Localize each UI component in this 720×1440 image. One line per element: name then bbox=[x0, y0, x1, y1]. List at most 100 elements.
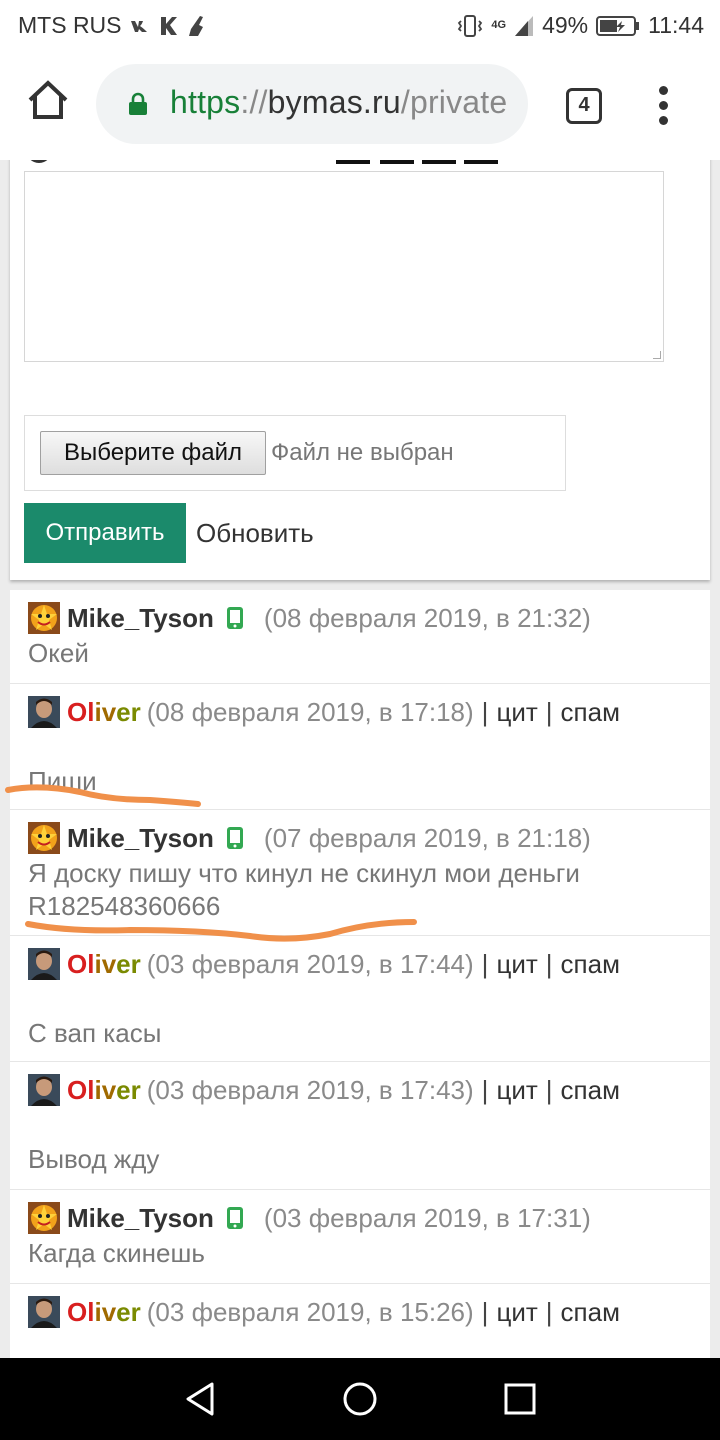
author-name[interactable]: Mike_Tyson bbox=[67, 1203, 214, 1234]
author-name-letter: e bbox=[116, 948, 131, 979]
message-text: С вап касы bbox=[28, 1018, 162, 1048]
list-item: Oliver (08 февраля 2019, в 17:18) | цит … bbox=[10, 684, 710, 810]
author-name[interactable]: Oliver bbox=[67, 1297, 141, 1328]
message-date: (03 февраля 2019, в 15:26) bbox=[146, 1296, 474, 1327]
message-header: Mike_Tyson (08 февраля 2019, в 21:32) bbox=[28, 602, 591, 634]
author-name-letter: v bbox=[101, 696, 117, 727]
quote-link[interactable]: цит bbox=[496, 949, 537, 980]
file-status-label: Файл не выбран bbox=[271, 439, 454, 466]
url-scheme: https bbox=[170, 84, 241, 120]
browser-menu-button[interactable] bbox=[656, 86, 672, 126]
author-name[interactable]: Oliver bbox=[67, 949, 141, 980]
author-name-letter: v bbox=[101, 1074, 117, 1105]
author-name-letter: i bbox=[94, 1296, 102, 1327]
browser-toolbar: https://bymas.ru/private 4 bbox=[0, 50, 720, 160]
separator: | bbox=[481, 1074, 489, 1105]
send-button[interactable]: Отправить bbox=[24, 503, 186, 563]
separator: | bbox=[545, 696, 553, 727]
resize-grip-icon[interactable] bbox=[653, 351, 661, 359]
author-name-letter: i bbox=[94, 696, 102, 727]
separator: | bbox=[545, 948, 553, 979]
color-blue-swatch[interactable] bbox=[464, 160, 498, 164]
spam-link[interactable]: спам bbox=[561, 1297, 620, 1328]
mobile-device-icon bbox=[226, 827, 243, 849]
message-header: Oliver (08 февраля 2019, в 17:18) | цит … bbox=[28, 696, 620, 728]
color-green-swatch[interactable] bbox=[422, 160, 456, 164]
status-right: 4G 49% 11:44 bbox=[457, 12, 704, 39]
refresh-link[interactable]: Обновить bbox=[196, 518, 314, 549]
back-icon[interactable] bbox=[184, 1382, 216, 1416]
list-item: Oliver (03 февраля 2019, в 17:44) | цит … bbox=[10, 936, 710, 1062]
separator: | bbox=[481, 1296, 489, 1327]
author-name-letter: v bbox=[101, 1296, 117, 1327]
home-nav-icon[interactable] bbox=[342, 1381, 378, 1417]
emoji-button-remnant[interactable] bbox=[24, 160, 54, 164]
message-header: Oliver (03 февраля 2019, в 15:26) | цит … bbox=[28, 1296, 620, 1328]
author-name[interactable]: Oliver bbox=[67, 697, 141, 728]
carrier-label: MTS RUS bbox=[18, 12, 122, 38]
vk-icon bbox=[130, 20, 147, 32]
clock: 11:44 bbox=[648, 12, 704, 38]
separator: | bbox=[545, 1296, 553, 1327]
message-text: Я доску пишу что кинул не скинул мои ден… bbox=[28, 858, 580, 888]
spam-link[interactable]: спам bbox=[561, 1075, 620, 1106]
kaspersky-icon bbox=[160, 16, 177, 35]
message-date: (03 февраля 2019, в 17:44) bbox=[146, 948, 474, 979]
menu-dot-icon bbox=[659, 86, 668, 95]
author-name[interactable]: Oliver bbox=[67, 1075, 141, 1106]
avatar-mike-tyson bbox=[28, 822, 60, 854]
author-name-letter: i bbox=[94, 1074, 102, 1105]
list-item: Mike_Tyson (03 февраля 2019, в 17:31) Ка… bbox=[10, 1190, 710, 1284]
battery-percent: 49% bbox=[542, 12, 589, 38]
author-name-letter: e bbox=[116, 1074, 131, 1105]
url-host: bymas.ru bbox=[267, 84, 401, 120]
choose-file-button[interactable]: Выберите файл bbox=[40, 431, 266, 475]
separator: | bbox=[545, 1074, 553, 1105]
cleaner-icon bbox=[188, 15, 203, 36]
message-header: Oliver (03 февраля 2019, в 17:43) | цит … bbox=[28, 1074, 620, 1106]
spam-link[interactable]: спам bbox=[561, 949, 620, 980]
status-left: MTS RUS bbox=[18, 12, 208, 39]
message-header: Oliver (03 февраля 2019, в 17:44) | цит … bbox=[28, 948, 620, 980]
color-red-swatch[interactable] bbox=[380, 160, 414, 164]
signal-icon bbox=[515, 15, 534, 36]
list-item: Mike_Tyson (07 февраля 2019, в 21:18) Я … bbox=[10, 810, 710, 936]
mobile-device-icon bbox=[226, 1207, 243, 1229]
url-path: /private bbox=[400, 84, 508, 120]
message-text: Окей bbox=[28, 638, 89, 668]
recent-apps-icon[interactable] bbox=[504, 1383, 536, 1415]
message-text: Вывод жду bbox=[28, 1144, 160, 1174]
url-separator: :// bbox=[240, 84, 268, 120]
message-header: Mike_Tyson (07 февраля 2019, в 21:18) bbox=[28, 822, 591, 854]
home-icon bbox=[28, 80, 68, 119]
avatar-oliver bbox=[28, 1074, 60, 1106]
color-black-swatch[interactable] bbox=[336, 160, 370, 164]
spam-link[interactable]: спам bbox=[561, 697, 620, 728]
system-navigation-bar bbox=[0, 1358, 720, 1440]
avatar-mike-tyson bbox=[28, 1202, 60, 1234]
quote-link[interactable]: цит bbox=[496, 1075, 537, 1106]
format-button-remnant[interactable] bbox=[170, 160, 196, 164]
avatar-oliver bbox=[28, 1296, 60, 1328]
url-text: https://bymas.ru/private bbox=[170, 84, 507, 121]
message-list: Mike_Tyson (08 февраля 2019, в 21:32) Ок… bbox=[10, 590, 710, 1358]
author-name-letter: O bbox=[67, 948, 88, 979]
separator: | bbox=[481, 948, 489, 979]
author-name-letter: O bbox=[67, 1074, 88, 1105]
author-name-letter: r bbox=[130, 1296, 141, 1327]
battery-icon bbox=[596, 15, 640, 36]
message-date: (08 февраля 2019, в 21:32) bbox=[263, 602, 591, 633]
author-name[interactable]: Mike_Tyson bbox=[67, 603, 214, 634]
quote-link[interactable]: цит bbox=[496, 1297, 537, 1328]
author-name-letter: O bbox=[67, 1296, 88, 1327]
address-bar[interactable]: https://bymas.ru/private bbox=[96, 64, 528, 144]
tab-switcher-button[interactable]: 4 bbox=[566, 88, 602, 124]
quote-link[interactable]: цит bbox=[496, 697, 537, 728]
author-name[interactable]: Mike_Tyson bbox=[67, 823, 214, 854]
message-textarea[interactable] bbox=[24, 171, 664, 362]
home-button[interactable] bbox=[26, 78, 70, 122]
message-date: (03 февраля 2019, в 17:31) bbox=[263, 1202, 591, 1233]
menu-dot-icon bbox=[659, 101, 668, 110]
separator: | bbox=[481, 696, 489, 727]
author-name-letter: v bbox=[101, 948, 117, 979]
